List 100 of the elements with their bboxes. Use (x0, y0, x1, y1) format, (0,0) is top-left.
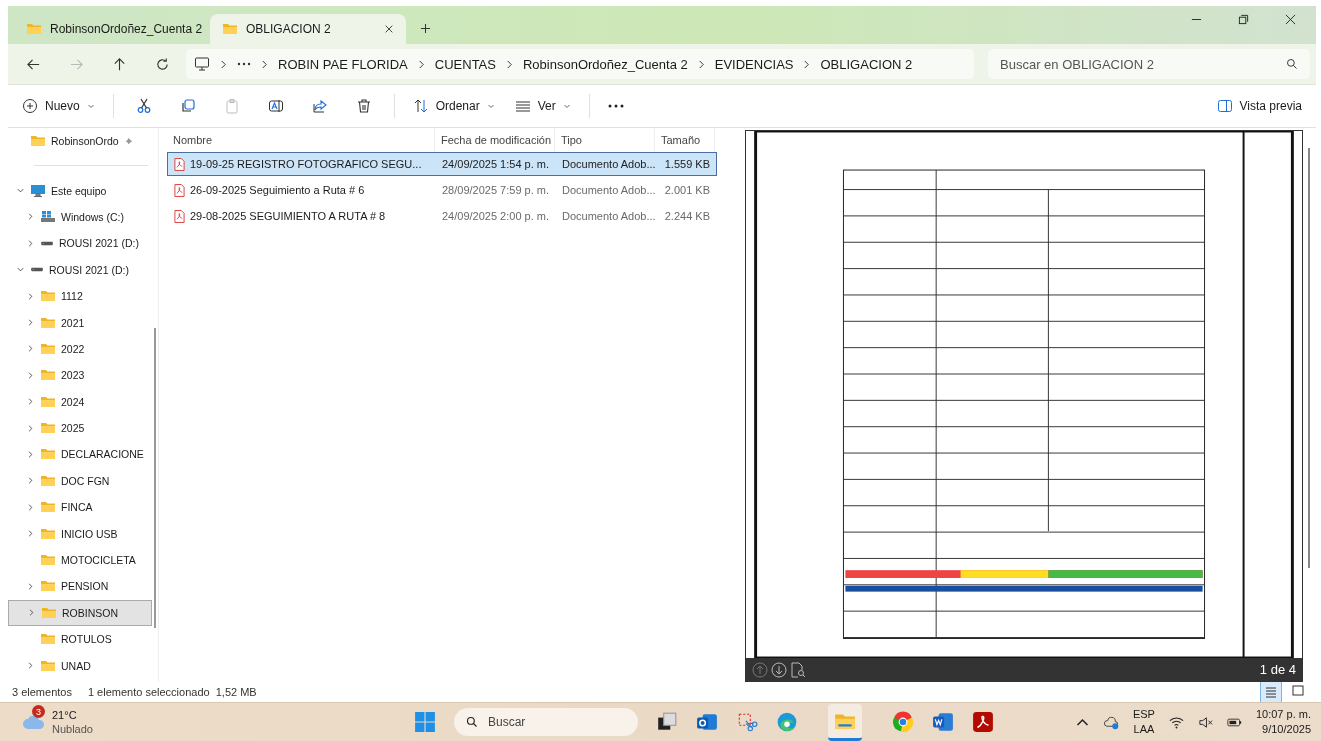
pdf-app-icon[interactable] (972, 711, 994, 733)
plus-circle-icon (22, 98, 38, 114)
drive-icon (30, 267, 44, 273)
sidebar-item[interactable]: ROBINSON (8, 599, 152, 627)
file-row[interactable]: 26-09-2025 Seguimiento a Ruta # 6 28/09/2025 7:59 p. m. Documento Adob... 2.001 KB (167, 178, 717, 202)
round-browser-icon[interactable] (892, 711, 914, 733)
more-icon[interactable] (237, 62, 251, 66)
chevron-right-icon (26, 397, 35, 407)
share-icon[interactable] (311, 98, 328, 114)
windows-start-icon[interactable] (414, 711, 436, 733)
sidebar-item[interactable]: DECLARACIONE (8, 441, 152, 468)
sidebar-item[interactable]: FINCA (8, 494, 152, 521)
sidebar-item[interactable]: ROTULOS (8, 626, 152, 653)
file-size: 2.244 KB (663, 210, 711, 222)
weather-widget[interactable]: 3 21°C Nublado (22, 708, 362, 736)
close-icon[interactable] (384, 24, 394, 34)
chevron-right-icon (697, 59, 705, 69)
lines-icon (514, 98, 531, 114)
sidebar-item[interactable]: 2023 (8, 362, 152, 389)
file-name: 29-08-2025 SEGUIMIENTO A RUTA # 8 (190, 210, 386, 222)
scrollbar[interactable] (154, 328, 156, 628)
breadcrumb-item[interactable]: OBLIGACION 2 (820, 56, 913, 72)
preview-pane-button[interactable]: Vista previa (1208, 94, 1310, 118)
temperature: 21°C (52, 708, 78, 722)
panel-icon (1216, 98, 1233, 114)
sidebar-item[interactable]: Windows (C:) (8, 203, 152, 231)
sort-button[interactable]: Ordenar (404, 94, 503, 118)
cloud-info-icon[interactable] (1103, 714, 1119, 730)
folder-app-icon[interactable] (828, 703, 862, 741)
word-app-icon[interactable] (932, 711, 954, 733)
sidebar-item[interactable]: 2021 (8, 309, 152, 336)
trash-icon[interactable] (355, 98, 372, 114)
sidebar-item[interactable]: Este equipo (8, 177, 152, 204)
snipping-tool-icon[interactable] (736, 711, 758, 733)
copy-icon[interactable] (179, 98, 196, 114)
sidebar-item[interactable]: UNAD (8, 652, 152, 679)
sidebar-item[interactable]: DOC FGN (8, 467, 152, 495)
scrollbar[interactable] (1308, 148, 1310, 568)
refresh-icon[interactable] (155, 56, 170, 72)
chevron-right-icon (26, 529, 35, 539)
up-arrow-icon[interactable] (112, 56, 127, 72)
sidebar-item[interactable]: ROUSI 2021 (D:) (8, 230, 152, 257)
sidebar-item[interactable]: MOTOCICLETA (8, 546, 152, 574)
monitor-icon (194, 56, 210, 72)
search-icon (1286, 58, 1298, 70)
close-icon[interactable] (1285, 14, 1296, 25)
file-date: 24/09/2025 1:54 p. m. (441, 158, 551, 170)
chevron-right-icon (26, 344, 35, 354)
chevron-right-icon (26, 212, 35, 222)
breadcrumb-item[interactable]: RobinsonOrdoñez_Cuenta 2 (522, 56, 688, 72)
new-button[interactable]: Nuevo (14, 94, 103, 118)
view-button[interactable]: Ver (506, 94, 579, 118)
new-tab-icon[interactable] (420, 23, 431, 34)
sidebar-item[interactable]: 1112 (8, 282, 152, 310)
chevron-right-icon (27, 608, 36, 618)
page-up-icon[interactable] (752, 661, 768, 678)
address-field[interactable]: ROBIN PAE FLORIDA CUENTAS RobinsonOrdoñez_Cuenta 2 EVIDENCIAS OBLIGACION 2 (186, 49, 974, 79)
caret-icon (86, 102, 95, 110)
monitor-icon (30, 182, 46, 199)
search-field[interactable]: Buscar en OBLIGACION 2 (988, 49, 1310, 79)
browser-swirl-icon[interactable] (776, 711, 798, 733)
page-down-icon[interactable] (771, 661, 787, 678)
sidebar-item[interactable]: 2024 (8, 388, 152, 415)
speaker-muted-icon[interactable] (1197, 714, 1213, 730)
sidebar-item[interactable]: 2025 (8, 414, 152, 442)
caret-icon (562, 102, 571, 110)
file-row[interactable]: 29-08-2025 SEGUIMIENTO A RUTA # 8 24/09/2025 2:00 p. m. Documento Adob... 2.244 KB (167, 204, 717, 228)
sidebar-item[interactable]: ROUSI 2021 (D:) (8, 256, 152, 283)
wifi-icon[interactable] (1168, 714, 1184, 730)
mail-app-icon[interactable] (696, 711, 718, 733)
language-indicator[interactable]: ESP LAA (1132, 707, 1155, 737)
file-size: 2.001 KB (663, 184, 711, 196)
chevron-right-icon (803, 59, 811, 69)
details-view-icon[interactable] (1260, 681, 1282, 703)
restore-icon[interactable] (1238, 14, 1249, 25)
rename-icon[interactable] (267, 98, 284, 114)
chevron-right-icon (26, 423, 35, 433)
notification-badge: 3 (32, 705, 45, 718)
status-text: 3 elementos (12, 686, 72, 698)
breadcrumb-item[interactable]: CUENTAS (434, 56, 496, 72)
sidebar-item[interactable]: 2022 (8, 335, 152, 363)
file-row[interactable]: 19-09-25 REGISTRO FOTOGRAFICO SEGU... 24/09/2025 1:54 p. m. Documento Adob... 1.559 KB (167, 152, 717, 176)
taskbar-search-field[interactable]: Buscar (454, 708, 638, 736)
clock[interactable]: 10:07 p. m. 9/10/2025 (1255, 707, 1311, 737)
breadcrumb-item[interactable]: ROBIN PAE FLORIDA (278, 56, 408, 72)
folder-icon (26, 21, 42, 37)
cloud-icon (22, 714, 46, 730)
file-date: 28/09/2025 7:59 p. m. (441, 184, 551, 196)
file-date: 24/09/2025 2:00 p. m. (441, 210, 551, 222)
cut-icon[interactable] (135, 98, 152, 114)
breadcrumb-item[interactable]: EVIDENCIAS (714, 56, 794, 72)
task-view-icon[interactable] (656, 711, 678, 733)
tab[interactable]: OBLIGACION 2 (210, 14, 406, 44)
sidebar-item[interactable]: INICIO USB (8, 520, 152, 547)
sidebar-item[interactable]: RobinsonOrdo (8, 128, 152, 155)
chevron-right-icon (505, 59, 513, 69)
chevron-right-icon (26, 450, 35, 459)
find-in-page-icon[interactable] (790, 661, 806, 678)
file-name: 26-09-2025 Seguimiento a Ruta # 6 (190, 184, 365, 196)
sidebar-item[interactable]: PENSION (8, 573, 152, 600)
